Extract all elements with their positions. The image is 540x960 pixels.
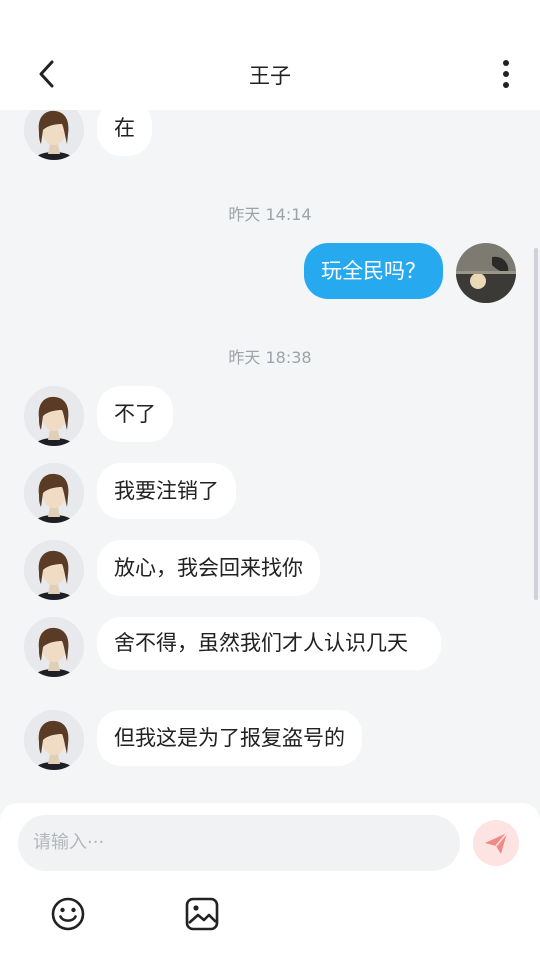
more-options-button[interactable] [492, 56, 520, 92]
message-bubble[interactable]: 舍不得，虽然我们才人认识几天 [97, 617, 441, 670]
message-input[interactable]: 请输入··· [18, 815, 460, 871]
my-avatar[interactable] [456, 243, 516, 303]
contact-avatar[interactable] [24, 710, 84, 770]
message-bubble[interactable]: 放心，我会回来找你 [97, 540, 320, 596]
message-bubble[interactable]: 在 [97, 110, 152, 156]
message-bubble[interactable]: 我要注销了 [97, 463, 236, 519]
image-button[interactable] [184, 896, 220, 932]
chat-title: 王子 [249, 64, 291, 88]
message-bubble[interactable]: 不了 [97, 386, 173, 442]
contact-avatar[interactable] [24, 110, 84, 160]
timestamp: 昨天 18:38 [228, 348, 312, 367]
smiley-icon [51, 897, 85, 931]
message-bubble[interactable]: 但我这是为了报复盗号的 [97, 710, 362, 766]
contact-avatar[interactable] [24, 540, 84, 600]
emoji-button[interactable] [50, 896, 86, 932]
vertical-ellipsis-icon [503, 60, 509, 88]
send-button[interactable] [473, 820, 519, 866]
contact-avatar[interactable] [24, 617, 84, 677]
message-list[interactable]: 在 昨天 14:14 玩全民吗？ 昨天 18:38 不了 我要注销了 放心，我会… [0, 110, 540, 803]
contact-avatar[interactable] [24, 463, 84, 523]
top-bar: 王子 [0, 0, 540, 110]
contact-avatar[interactable] [24, 386, 84, 446]
timestamp: 昨天 14:14 [228, 205, 312, 224]
my-message-bubble[interactable]: 玩全民吗？ [304, 243, 443, 299]
scrollbar[interactable] [534, 248, 538, 600]
composer-panel: 请输入··· [0, 803, 540, 960]
image-icon [185, 897, 219, 931]
paper-plane-icon [485, 832, 508, 854]
